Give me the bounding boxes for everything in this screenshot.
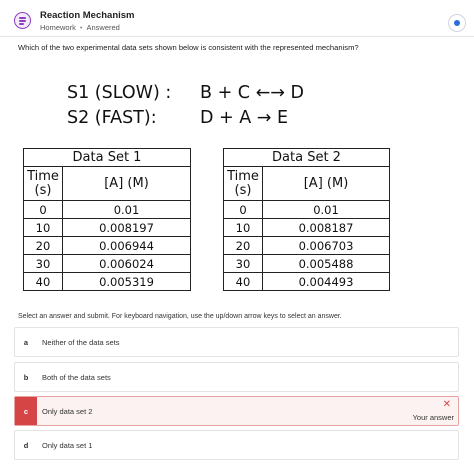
concentration-cell: 0.008187 [262,218,390,237]
concentration-cell: 0.006024 [62,254,191,273]
table-row: 40 0.005319 [23,272,191,291]
option-text: Only data set 1 [42,440,93,450]
data-set-title: Data Set 2 [223,148,390,167]
option-text: Neither of the data sets [42,337,120,347]
table-row: 40 0.004493 [223,272,390,291]
notes-icon [14,12,31,29]
step2-equation: D + A → E [200,108,289,128]
time-column-header: Time (s) [23,166,63,201]
answer-option-a[interactable]: a Neither of the data sets [14,327,459,357]
time-cell: 40 [223,272,263,291]
concentration-cell: 0.01 [62,200,191,219]
separator-dot: • [79,23,83,32]
concentration-cell: 0.008197 [62,218,191,237]
time-column-header: Time (s) [223,166,263,201]
table-row: 10 0.008187 [223,218,390,237]
option-letter: c [15,397,37,425]
radio-indicator-button[interactable] [448,14,466,32]
option-text: Only data set 2 [42,406,93,416]
time-cell: 0 [223,200,263,219]
step1-label: S1 (SLOW) : [67,83,172,103]
header-divider [0,36,474,37]
table-row: 20 0.006944 [23,236,191,255]
incorrect-icon: ✕ [442,399,451,410]
assignment-status: Homework • Answered [40,23,120,32]
concentration-column-header: [A] (M) [62,166,191,201]
your-answer-tag: Your answer [412,413,454,422]
table-row: 30 0.005488 [223,254,390,273]
concentration-cell: 0.006703 [262,236,390,255]
assignment-type: Homework [40,23,76,32]
time-cell: 20 [223,236,263,255]
option-letter: a [23,337,29,347]
concentration-column-header: [A] (M) [262,166,390,201]
option-letter: b [23,372,29,382]
option-letter: d [23,440,29,450]
table-row: 20 0.006703 [223,236,390,255]
concentration-cell: 0.005488 [262,254,390,273]
page-title: Reaction Mechanism [40,10,135,21]
time-cell: 20 [23,236,63,255]
question-text: Which of the two experimental data sets … [18,43,359,52]
status-text: Answered [86,23,120,32]
time-cell: 10 [223,218,263,237]
concentration-cell: 0.01 [262,200,390,219]
step2-label: S2 (FAST): [67,108,157,128]
answer-option-b[interactable]: b Both of the data sets [14,362,459,392]
concentration-cell: 0.005319 [62,272,191,291]
data-set-title: Data Set 1 [23,148,191,167]
table-row: 30 0.006024 [23,254,191,273]
time-cell: 30 [23,254,63,273]
time-cell: 40 [23,272,63,291]
table-row: 10 0.008197 [23,218,191,237]
answer-instructions: Select an answer and submit. For keyboar… [18,313,342,320]
answer-option-c[interactable]: c Only data set 2 ✕ Your answer [14,396,459,426]
table-row: 0 0.01 [223,200,390,219]
data-set-2-table: Data Set 2 Time (s) [A] (M) 0 0.01 10 0.00… [223,148,390,291]
answer-option-d[interactable]: d Only data set 1 [14,430,459,460]
time-cell: 10 [23,218,63,237]
option-text: Both of the data sets [42,372,111,382]
time-cell: 30 [223,254,263,273]
concentration-cell: 0.004493 [262,272,390,291]
time-cell: 0 [23,200,63,219]
page-header: Reaction Mechanism Homework • Answered [0,0,474,38]
data-set-1-table: Data Set 1 Time (s) [A] (M) 0 0.01 10 0.00… [23,148,191,291]
step1-equation: B + C ←→ D [200,83,304,103]
concentration-cell: 0.006944 [62,236,191,255]
table-row: 0 0.01 [23,200,191,219]
